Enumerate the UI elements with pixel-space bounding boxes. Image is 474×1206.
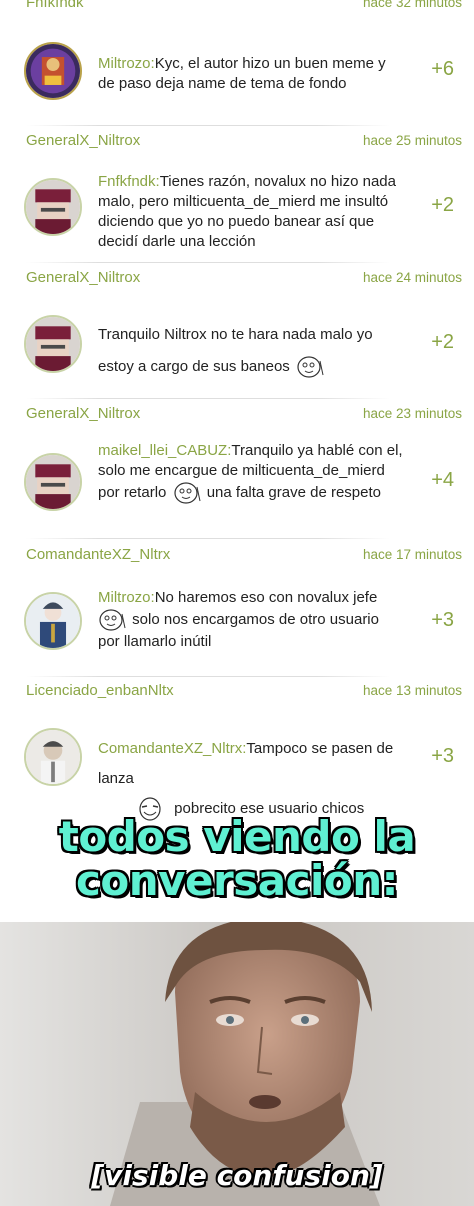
comment-text: Miltrozo:No haremos eso con novalux jefe…	[98, 589, 379, 650]
divider	[26, 125, 390, 126]
comment-timestamp: hace 24 minutos	[362, 270, 462, 285]
caption-line: todos viendo la	[58, 812, 416, 861]
avatar[interactable]	[24, 42, 82, 100]
vote-score[interactable]: +4	[431, 469, 454, 492]
comment-username[interactable]: ComandanteXZ_Nltrx	[26, 546, 170, 563]
vote-score[interactable]: +3	[431, 609, 454, 632]
comment-header: ComandanteXZ_Nltrx hace 17 minutos	[26, 546, 462, 568]
comment-header: GeneralX_Niltrox hace 25 minutos	[26, 132, 462, 154]
comment-username[interactable]: GeneralX_Niltrox	[26, 405, 140, 422]
comment-text: Tranquilo Niltrox no te hara nada malo y…	[98, 319, 403, 383]
subtitle-text: [visible confusion]	[91, 1159, 383, 1192]
divider	[26, 676, 390, 677]
comment-timestamp: hace 25 minutos	[362, 133, 462, 148]
divider	[26, 538, 390, 539]
mention-link[interactable]: maikel_llei_CABUZ:	[98, 442, 231, 459]
comment-header: GeneralX_Niltrox hace 23 minutos	[26, 405, 462, 427]
comment-text: maikel_llei_CABUZ:Tranquilo ya hablé con…	[98, 441, 408, 505]
rage-face-icon	[297, 356, 324, 378]
avatar[interactable]	[24, 315, 82, 373]
comment-header: Licenciado_enbanNltx hace 13 minutos	[26, 682, 462, 704]
rage-face-icon	[173, 482, 201, 504]
comment-username[interactable]: GeneralX_Niltrox	[26, 132, 140, 149]
vote-score[interactable]: +6	[431, 58, 454, 81]
comment-text: Fnfkfndk:Tienes razón, novalux no hizo n…	[98, 173, 396, 250]
comment-timestamp: hace 23 minutos	[362, 406, 462, 421]
vote-score[interactable]: +2	[431, 331, 454, 354]
divider	[26, 398, 390, 399]
comment-timestamp: hace 17 minutos	[362, 547, 462, 562]
comment-text: ComandanteXZ_Nltrx:Tampoco se pasen de l…	[98, 734, 408, 824]
avatar[interactable]	[24, 178, 82, 236]
rage-face-icon	[99, 609, 126, 631]
comment-username[interactable]: Licenciado_enbanNltx	[26, 682, 174, 699]
divider	[26, 262, 390, 263]
mention-link[interactable]: Miltrozo:	[98, 55, 155, 72]
comment-username[interactable]: GeneralX_Niltrox	[26, 269, 140, 286]
comment-header: Fnfkfndk hace 32 minutos	[26, 0, 462, 16]
vote-score[interactable]: +3	[431, 745, 454, 768]
comment-text: Miltrozo:Kyc, el autor hizo un buen meme…	[98, 55, 386, 92]
vote-score[interactable]: +2	[431, 194, 454, 217]
avatar[interactable]	[24, 453, 82, 511]
meme-caption: todos viendo la conversación:	[0, 815, 474, 915]
mention-link[interactable]: Miltrozo:	[98, 589, 155, 606]
mention-link[interactable]: Fnfkfndk:	[98, 173, 160, 190]
avatar[interactable]	[24, 728, 82, 786]
comment-username[interactable]: Fnfkfndk	[26, 0, 84, 11]
comment-header: GeneralX_Niltrox hace 24 minutos	[26, 269, 462, 291]
comment-timestamp: hace 32 minutos	[362, 0, 462, 10]
mention-link[interactable]: ComandanteXZ_Nltrx:	[98, 740, 246, 757]
comment-feed: Fnfkfndk hace 32 minutos Miltrozo:Kyc, e…	[0, 0, 474, 821]
caption-line: conversación:	[76, 856, 398, 905]
avatar[interactable]	[24, 592, 82, 650]
comment-timestamp: hace 13 minutos	[362, 683, 462, 698]
